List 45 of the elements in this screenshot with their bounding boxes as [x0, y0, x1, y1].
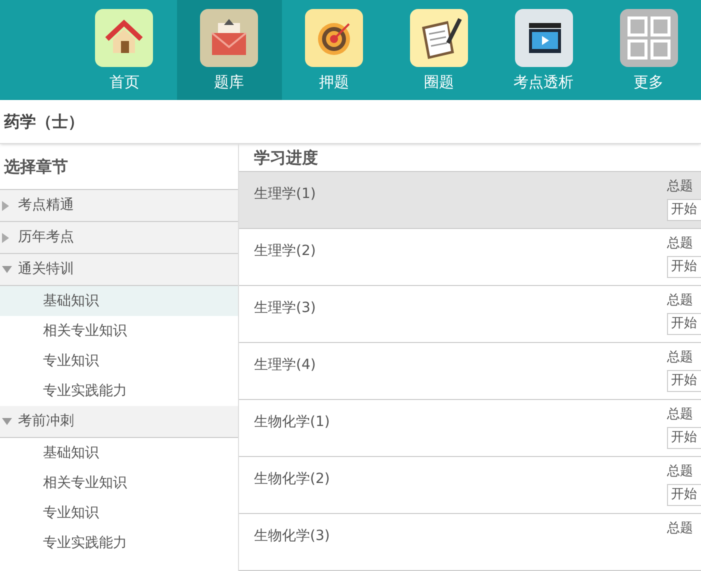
chapter-item[interactable]: 专业知识: [0, 498, 238, 528]
chapter-item[interactable]: 专业实践能力: [0, 528, 238, 558]
start-button[interactable]: 开始: [667, 256, 701, 278]
caret-down-icon: [2, 266, 12, 274]
chapter-group[interactable]: 考前冲刺: [0, 406, 238, 438]
chapter-group[interactable]: 考点精通: [0, 190, 238, 222]
target-icon: [305, 9, 364, 67]
chapter-group[interactable]: 通关特训: [0, 254, 238, 286]
page-title: 药学（士）: [0, 100, 701, 144]
chapter-item[interactable]: 基础知识: [0, 438, 238, 468]
total-label: 总题: [667, 235, 693, 253]
start-button[interactable]: 开始: [667, 370, 701, 392]
grid-icon: [620, 9, 678, 67]
lesson-name: 生理学(3): [254, 299, 316, 318]
total-label: 总题: [667, 406, 693, 424]
total-label: 总题: [667, 178, 693, 196]
lesson-name: 生理学(1): [254, 185, 316, 204]
nav-tab[interactable]: 题库: [176, 0, 282, 100]
envelope-icon: [200, 9, 258, 67]
caret-down-icon: [2, 418, 12, 426]
lesson-name: 生物化学(1): [254, 413, 330, 432]
lesson-name: 生理学(4): [254, 356, 316, 375]
clipboard-icon: [410, 9, 468, 67]
lesson-name: 生物化学(3): [254, 527, 330, 546]
total-label: 总题: [667, 463, 693, 481]
lesson-name: 生物化学(2): [254, 470, 330, 489]
video-clapperboard-icon: [514, 9, 573, 67]
start-button[interactable]: 开始: [667, 484, 701, 506]
caret-right-icon: [2, 232, 10, 242]
chapter-item[interactable]: 基础知识: [0, 286, 238, 316]
caret-right-icon: [2, 200, 10, 210]
house-icon: [95, 9, 154, 67]
start-button[interactable]: 开始: [667, 427, 701, 449]
lesson-name: 生理学(2): [254, 242, 316, 261]
chapter-group[interactable]: 历年考点: [0, 222, 238, 254]
chapter-item[interactable]: 专业实践能力: [0, 376, 238, 406]
progress-row[interactable]: 生理学(1) 总题 开始: [239, 172, 701, 229]
total-label: 总题: [667, 520, 693, 538]
total-label: 总题: [667, 349, 693, 367]
total-label: 总题: [667, 292, 693, 310]
start-button[interactable]: 开始: [667, 199, 701, 221]
chapter-item[interactable]: 相关专业知识: [0, 468, 238, 498]
chapter-item[interactable]: 相关专业知识: [0, 316, 238, 346]
chapter-item[interactable]: 专业知识: [0, 346, 238, 376]
start-button[interactable]: 开始: [667, 313, 701, 335]
